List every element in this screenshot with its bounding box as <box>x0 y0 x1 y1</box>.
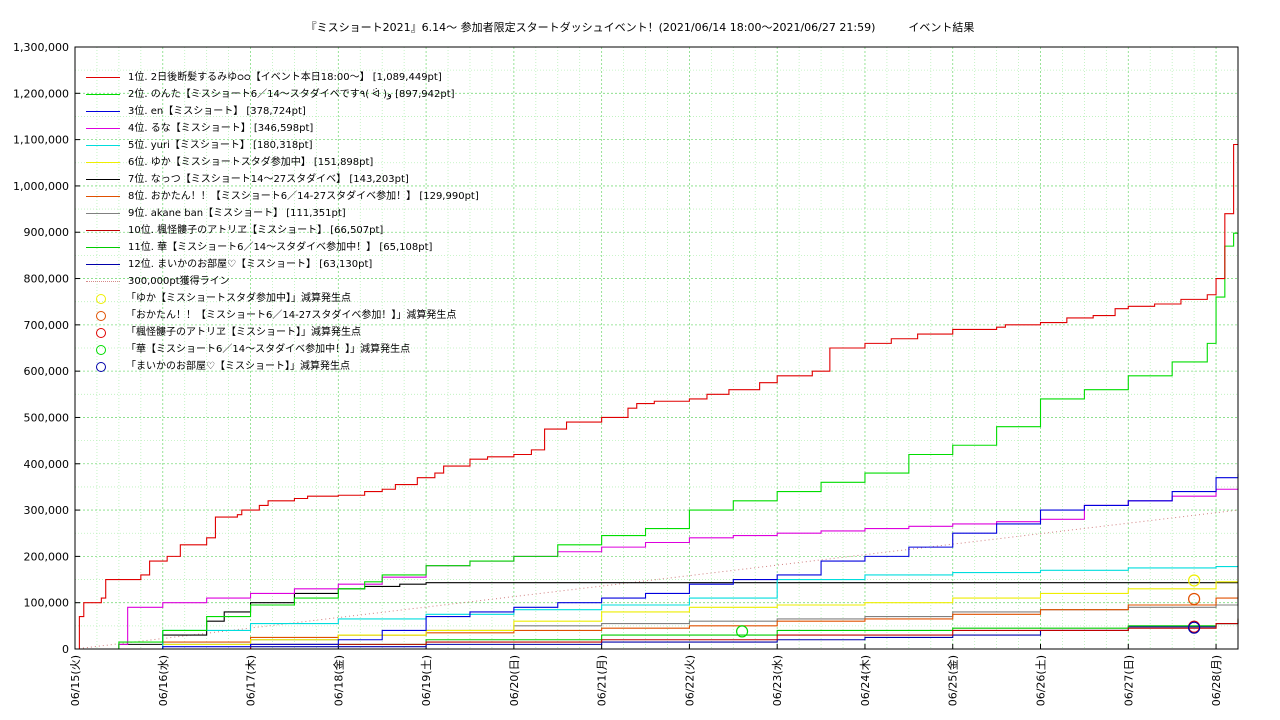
y-tick-label: 600,000 <box>24 365 70 378</box>
legend-label: 2位. のんた【ミスショート6／14〜スタダイベです٩( ᐛ )و [897,9… <box>128 89 455 100</box>
y-tick-label: 400,000 <box>24 458 70 471</box>
legend-item: 2位. のんた【ミスショート6／14〜スタダイベです٩( ᐛ )و [897,9… <box>84 86 479 103</box>
x-tick-label: 06/20(日) <box>508 655 521 706</box>
legend-swatch <box>86 213 120 214</box>
legend-item: 1位. 2日後断髪するみゆᴑᴑ【イベント本日18:00〜】 [1,089,449… <box>84 69 479 86</box>
legend-label: 11位. 華【ミスショート6／14〜スタダイベ参加中！】 [65,108pt] <box>128 242 433 253</box>
x-tick-label: 06/17(木) <box>245 655 258 706</box>
legend-label: 10位. 楓怪髏子のアトリヱ【ミスショート】 [66,507pt] <box>128 225 384 236</box>
y-tick-label: 0 <box>62 643 69 656</box>
legend-marker-circle <box>96 344 106 355</box>
legend-label: 「華【ミスショート6／14〜スタダイベ参加中！】」減算発生点 <box>126 344 411 355</box>
legend-item: 9位. akane ban【ミスショート】 [111,351pt] <box>84 205 479 222</box>
legend-item: 10位. 楓怪髏子のアトリヱ【ミスショート】 [66,507pt] <box>84 222 479 239</box>
legend-item: 8位. おかたん！！【ミスショート6／14-27スタダイベ参加！】 [129,9… <box>84 188 479 205</box>
y-tick-label: 500,000 <box>24 411 70 424</box>
x-tick-label: 06/21(月) <box>596 655 609 706</box>
legend-label: 「おかたん！！【ミスショート6／14-27スタダイベ参加！】」減算発生点 <box>126 310 457 321</box>
x-tick-label: 06/24(木) <box>859 655 872 706</box>
legend-swatch <box>86 179 120 180</box>
legend-marker-circle <box>96 327 106 338</box>
legend-label: 3位. en【ミスショート】 [378,724pt] <box>128 106 306 117</box>
legend-swatch <box>86 162 120 163</box>
series-line-6 <box>75 578 1239 650</box>
legend-label: 7位. なっつ【ミスショート14〜27スタダイベ】 [143,203pt] <box>128 174 409 185</box>
legend-label: 300,000pt獲得ライン <box>128 276 230 287</box>
x-tick-label: 06/26(土) <box>1035 655 1048 706</box>
y-tick-label: 100,000 <box>24 597 70 610</box>
y-tick-label: 300,000 <box>24 504 70 517</box>
legend-label: 9位. akane ban【ミスショート】 [111,351pt] <box>128 208 346 219</box>
legend-label: 「まいかのお部屋♡【ミスショート】」減算発生点 <box>126 361 350 372</box>
legend-swatch <box>86 145 120 146</box>
legend-label: 5位. yuri【ミスショート】 [180,318pt] <box>128 140 313 151</box>
legend-item: 6位. ゆか【ミスショートスタダ参加中】 [151,898pt] <box>84 154 479 171</box>
legend-item-reference: 300,000pt獲得ライン <box>84 273 479 290</box>
legend-label: 4位. るな【ミスショート】 [346,598pt] <box>128 123 314 134</box>
y-tick-label: 900,000 <box>24 226 70 239</box>
y-tick-label: 1,300,000 <box>13 41 69 54</box>
legend-label: 6位. ゆか【ミスショートスタダ参加中】 [151,898pt] <box>128 157 374 168</box>
y-tick-label: 1,000,000 <box>13 180 69 193</box>
legend-swatch <box>86 230 120 231</box>
x-tick-label: 06/19(土) <box>420 655 433 706</box>
x-tick-label: 06/16(水) <box>157 655 170 706</box>
legend-label: 12位. まいかのお部屋♡【ミスショート】 [63,130pt] <box>128 259 373 270</box>
legend-marker-circle <box>96 310 106 321</box>
legend-item: 11位. 華【ミスショート6／14〜スタダイベ参加中！】 [65,108pt] <box>84 239 479 256</box>
legend-item-marker: 「楓怪髏子のアトリヱ【ミスショート】」減算発生点 <box>84 324 479 341</box>
y-tick-label: 1,200,000 <box>13 87 69 100</box>
series-line-4 <box>75 488 1239 650</box>
legend-swatch <box>86 77 120 78</box>
legend-item: 3位. en【ミスショート】 [378,724pt] <box>84 103 479 120</box>
legend-swatch <box>86 196 120 197</box>
series-line-7 <box>75 582 1238 650</box>
legend-swatch <box>86 94 120 95</box>
legend-item-marker: 「ゆか【ミスショートスタダ参加中】」減算発生点 <box>84 290 479 307</box>
legend-swatch <box>86 281 120 282</box>
y-tick-label: 800,000 <box>24 273 70 286</box>
legend-item: 12位. まいかのお部屋♡【ミスショート】 [63,130pt] <box>84 256 479 273</box>
legend-item: 5位. yuri【ミスショート】 [180,318pt] <box>84 137 479 154</box>
x-tick-label: 06/15(火) <box>69 655 82 706</box>
legend-item-marker: 「おかたん！！【ミスショート6／14-27スタダイベ参加！】」減算発生点 <box>84 307 479 324</box>
legend-swatch <box>86 128 120 129</box>
x-tick-label: 06/27(日) <box>1122 655 1135 706</box>
legend-item: 7位. なっつ【ミスショート14〜27スタダイベ】 [143,203pt] <box>84 171 479 188</box>
legend-item: 4位. るな【ミスショート】 [346,598pt] <box>84 120 479 137</box>
legend-label: 「ゆか【ミスショートスタダ参加中】」減算発生点 <box>126 293 351 304</box>
y-tick-label: 1,100,000 <box>13 134 69 147</box>
series-line-3 <box>75 473 1239 650</box>
legend-swatch <box>86 247 120 248</box>
x-tick-label: 06/22(火) <box>683 655 696 706</box>
x-tick-label: 06/18(金) <box>331 655 345 706</box>
series-line-5 <box>75 565 1239 650</box>
y-tick-label: 200,000 <box>24 550 70 563</box>
y-tick-label: 700,000 <box>24 319 70 332</box>
legend-swatch <box>86 111 120 112</box>
x-tick-label: 06/23(水) <box>771 655 784 706</box>
legend-item-marker: 「まいかのお部屋♡【ミスショート】」減算発生点 <box>84 358 479 375</box>
legend-label: 8位. おかたん！！【ミスショート6／14-27スタダイベ参加！】 [129,9… <box>128 191 479 202</box>
legend-label: 1位. 2日後断髪するみゆᴑᴑ【イベント本日18:00〜】 [1,089,449… <box>128 72 442 83</box>
legend-swatch <box>86 264 120 265</box>
x-tick-label: 06/28(月) <box>1210 655 1223 706</box>
chart-legend: 1位. 2日後断髪するみゆᴑᴑ【イベント本日18:00〜】 [1,089,449… <box>84 69 479 375</box>
legend-marker-circle <box>96 293 106 304</box>
legend-marker-circle <box>96 361 106 372</box>
x-tick-label: 06/25(金) <box>946 655 960 706</box>
legend-item-marker: 「華【ミスショート6／14〜スタダイベ参加中！】」減算発生点 <box>84 341 479 358</box>
legend-label: 「楓怪髏子のアトリヱ【ミスショート】」減算発生点 <box>126 327 361 338</box>
